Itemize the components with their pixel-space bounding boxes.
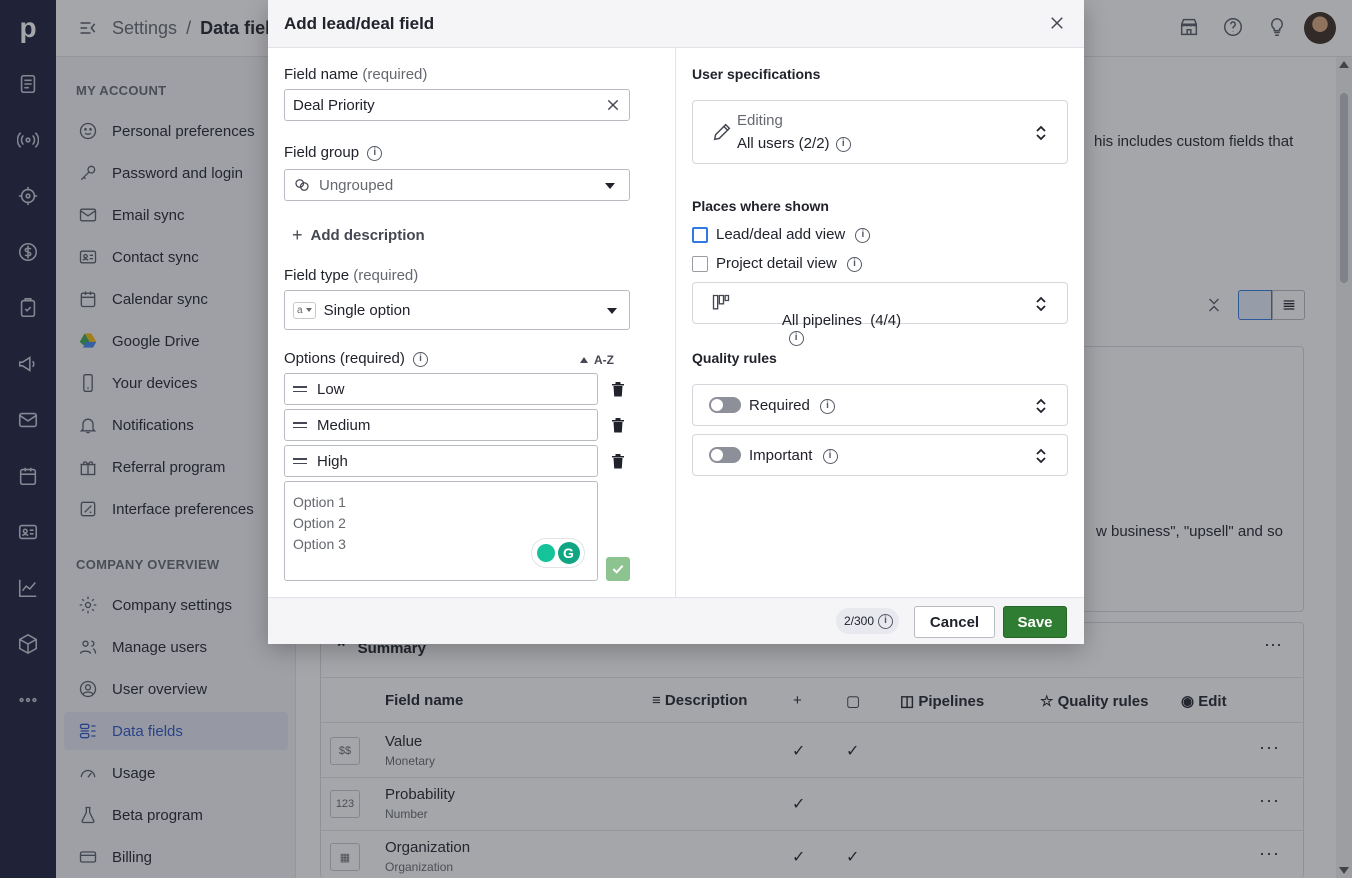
option-placeholder: Option 3 (293, 536, 346, 552)
options-label: Options (required) i (284, 350, 429, 367)
save-button[interactable]: Save (1003, 606, 1067, 638)
option-input-high[interactable]: High (284, 445, 598, 477)
info-icon[interactable]: i (413, 351, 429, 367)
visibility-panel: User specifications Editing All users (2… (676, 48, 1084, 597)
plus-icon: + (292, 225, 303, 245)
editing-value-text: All users (2/2) (737, 135, 830, 152)
updown-chevron-icon (1035, 296, 1046, 312)
trash-icon[interactable] (611, 381, 627, 399)
modal-footer: 2/300 i Cancel Save (268, 597, 1084, 644)
options-label-text: Options (required) (284, 350, 405, 367)
add-view-text: Lead/deal add view (716, 226, 846, 243)
field-group-label: Field group i (284, 144, 383, 161)
updown-chevron-icon (1035, 125, 1046, 141)
field-counter: 2/300 (844, 614, 875, 628)
pipelines-select[interactable]: All pipelines (4/4) i (692, 282, 1068, 346)
field-name-label: Field name (required) (284, 66, 427, 83)
modal-header: Add lead/deal field (268, 0, 1084, 48)
sort-label: A-Z (594, 353, 614, 367)
modal-title: Add lead/deal field (284, 14, 435, 33)
add-description-label: Add description (310, 227, 425, 244)
field-name-value: Deal Priority (293, 96, 375, 114)
field-name-input[interactable]: Deal Priority (284, 89, 630, 121)
required-label: Required i (749, 397, 836, 414)
chevron-down-icon (607, 308, 617, 314)
single-option-icon: a (293, 301, 316, 319)
drag-handle-icon[interactable] (293, 457, 307, 465)
quality-rules-title: Quality rules (692, 350, 777, 366)
info-icon[interactable]: i (820, 398, 836, 414)
info-icon[interactable]: i (367, 145, 383, 161)
app: p Settings / Data fields MY ACCOUNT Pers… (0, 0, 1352, 878)
info-icon[interactable]: i (835, 136, 851, 152)
required-suffix: (required) (353, 267, 419, 284)
group-icon (293, 176, 311, 194)
info-icon[interactable]: i (855, 227, 871, 243)
pipelines-value-text: All pipelines (4/4) (781, 312, 902, 329)
pencil-icon (711, 121, 733, 146)
updown-chevron-icon (1035, 398, 1046, 414)
option-placeholder: Option 2 (293, 515, 346, 531)
option-input-low[interactable]: Low (284, 373, 598, 405)
user-specifications-title: User specifications (692, 66, 821, 82)
grammarly-bulb-icon (536, 544, 555, 562)
info-icon[interactable]: i (788, 330, 804, 346)
close-icon[interactable] (1048, 14, 1068, 34)
project-view-text: Project detail view (716, 255, 837, 272)
required-rule-select[interactable]: Required i (692, 384, 1068, 426)
field-settings-panel: Field name (required) Deal Priority Fiel… (268, 48, 676, 597)
required-toggle[interactable] (709, 397, 741, 413)
editing-value: All users (2/2) i (737, 135, 851, 152)
important-rule-select[interactable]: Important i (692, 434, 1068, 476)
field-type-label: Field type (required) (284, 267, 418, 284)
option-value: Medium (317, 416, 371, 434)
trash-icon[interactable] (611, 417, 627, 435)
places-shown-title: Places where shown (692, 198, 829, 214)
field-type-label-text: Field type (284, 267, 350, 284)
info-icon[interactable]: i (847, 256, 863, 272)
required-label-text: Required (749, 397, 810, 414)
lead-deal-add-view-checkbox[interactable] (692, 227, 708, 243)
add-field-modal: Add lead/deal field Field name (required… (268, 0, 1084, 644)
important-label: Important i (749, 447, 838, 464)
field-group-value: Ungrouped (319, 176, 394, 194)
sort-az-button[interactable]: A-Z (580, 353, 614, 367)
updown-chevron-icon (1035, 448, 1046, 464)
add-description-button[interactable]: + Add description (292, 224, 425, 245)
drag-handle-icon[interactable] (293, 385, 307, 393)
option-input-medium[interactable]: Medium (284, 409, 598, 441)
required-suffix: (required) (362, 66, 428, 83)
editing-permission-select[interactable]: Editing All users (2/2) i (692, 100, 1068, 164)
check-icon (612, 564, 624, 574)
grammarly-g-icon: G (557, 542, 580, 564)
confirm-options-button[interactable] (606, 557, 630, 581)
important-toggle[interactable] (709, 447, 741, 463)
field-counter-badge: 2/300 i (836, 608, 900, 634)
field-type-value: Single option (323, 301, 411, 319)
lead-deal-add-view-label: Lead/deal add view i (716, 226, 871, 243)
project-detail-view-checkbox[interactable] (692, 256, 708, 272)
drag-handle-icon[interactable] (293, 421, 307, 429)
field-type-select[interactable]: a Single option (284, 290, 630, 330)
chevron-down-icon (605, 183, 615, 189)
info-icon[interactable]: i (822, 448, 838, 464)
info-icon[interactable]: i (878, 613, 894, 629)
option-placeholder: Option 1 (293, 494, 346, 510)
grammarly-widget[interactable]: G (531, 538, 585, 568)
field-name-label-text: Field name (284, 66, 359, 83)
trash-icon[interactable] (611, 453, 627, 471)
option-value: Low (317, 380, 345, 398)
field-group-select[interactable]: Ungrouped (284, 169, 630, 201)
cancel-button[interactable]: Cancel (914, 606, 995, 638)
new-options-textarea[interactable]: Option 1 Option 2 Option 3 G (284, 481, 598, 581)
clear-icon[interactable] (605, 97, 621, 117)
important-label-text: Important (749, 447, 813, 464)
project-detail-view-label: Project detail view i (716, 255, 863, 272)
editing-label: Editing (737, 112, 783, 129)
option-value: High (317, 452, 348, 470)
pipeline-icon (711, 293, 731, 316)
field-group-label-text: Field group (284, 144, 360, 161)
sort-up-icon (580, 357, 588, 363)
